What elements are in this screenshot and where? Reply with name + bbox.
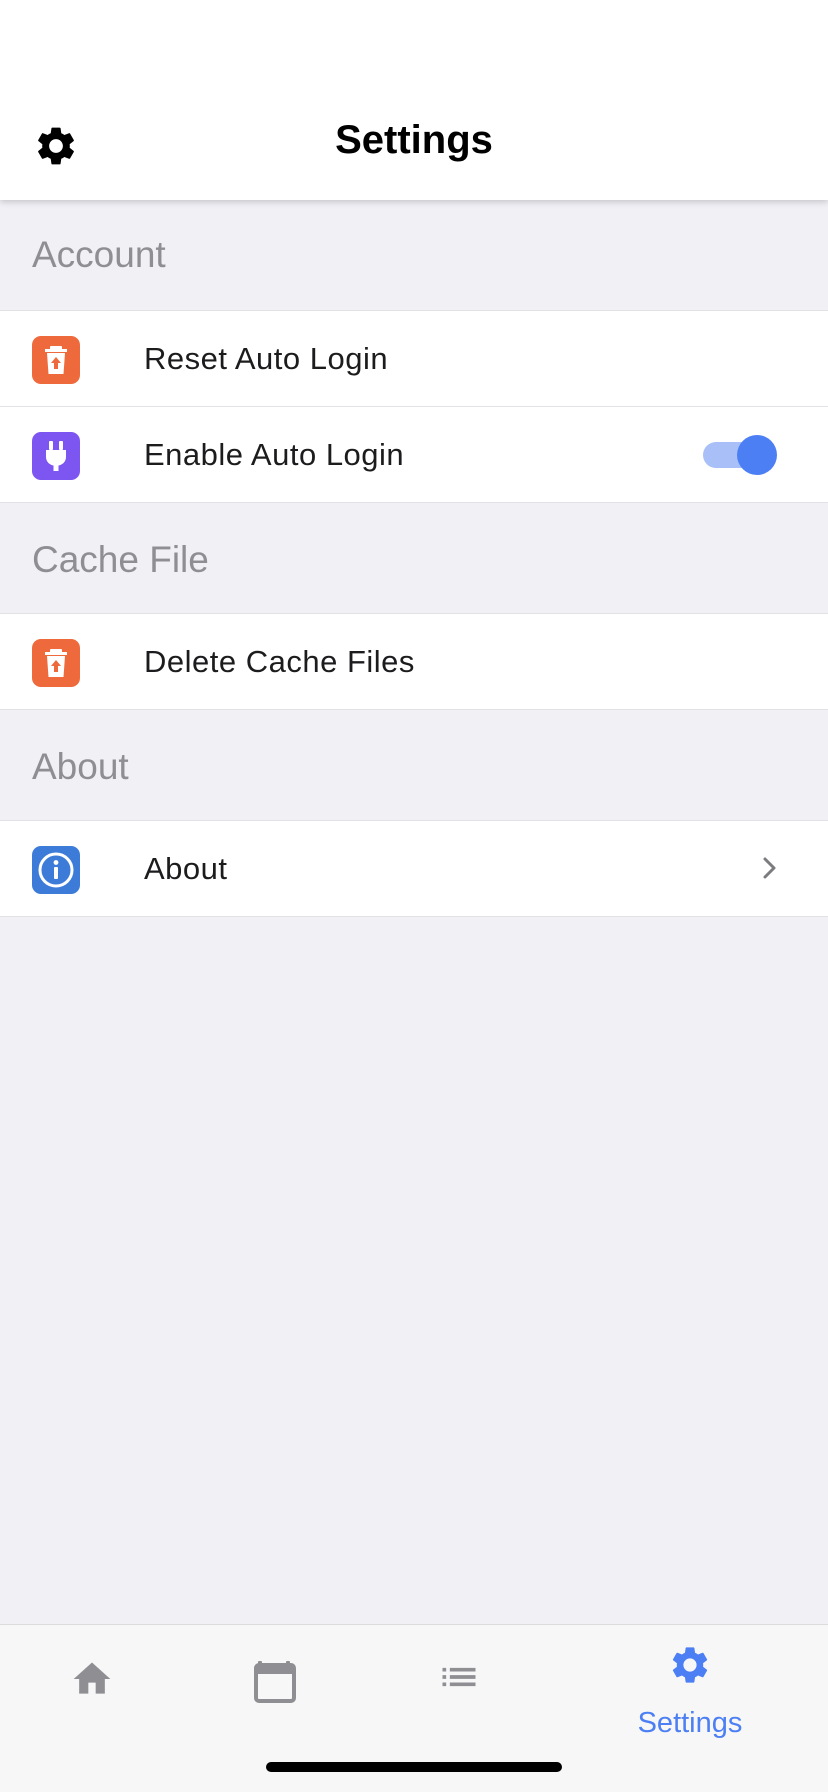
nav-header: Settings — [0, 0, 828, 200]
reset-auto-login-label: Reset Auto Login — [144, 341, 389, 376]
tab-home[interactable] — [17, 1625, 167, 1735]
trash-upload-icon — [32, 639, 80, 687]
tab-label-settings: Settings — [637, 1707, 743, 1739]
chevron-right-icon — [760, 850, 782, 886]
page-title: Settings — [335, 118, 493, 162]
home-indicator — [266, 1762, 562, 1772]
list-icon — [442, 1667, 476, 1687]
plug-icon — [32, 432, 80, 480]
section-title: About — [32, 746, 129, 787]
delete-cache-files-label: Delete Cache Files — [144, 644, 415, 679]
home-icon — [73, 1662, 111, 1694]
trash-upload-icon — [32, 336, 80, 384]
reset-auto-login-row[interactable]: Reset Auto Login — [0, 311, 828, 407]
section-title: Cache File — [32, 539, 209, 580]
tab-list[interactable] — [384, 1625, 534, 1735]
section-header-cache-file: Cache File — [0, 503, 828, 614]
calendar-icon — [254, 1661, 296, 1703]
tab-settings[interactable]: Settings — [615, 1625, 765, 1739]
section-title: Account — [32, 234, 166, 275]
enable-auto-login-label: Enable Auto Login — [144, 437, 405, 472]
section-header-account: Account — [0, 200, 828, 311]
about-row[interactable]: About — [0, 821, 828, 917]
about-label: About — [144, 851, 228, 886]
delete-cache-files-row[interactable]: Delete Cache Files — [0, 614, 828, 710]
enable-auto-login-row: Enable Auto Login — [0, 407, 828, 503]
info-icon — [32, 846, 80, 894]
settings-list: Account Reset Auto Login Enable Auto Log… — [0, 200, 828, 917]
tab-calendar[interactable] — [200, 1625, 350, 1735]
section-header-about: About — [0, 710, 828, 821]
auto-login-toggle[interactable] — [703, 435, 779, 475]
gear-icon — [672, 1647, 708, 1683]
toggle-knob — [737, 435, 777, 475]
